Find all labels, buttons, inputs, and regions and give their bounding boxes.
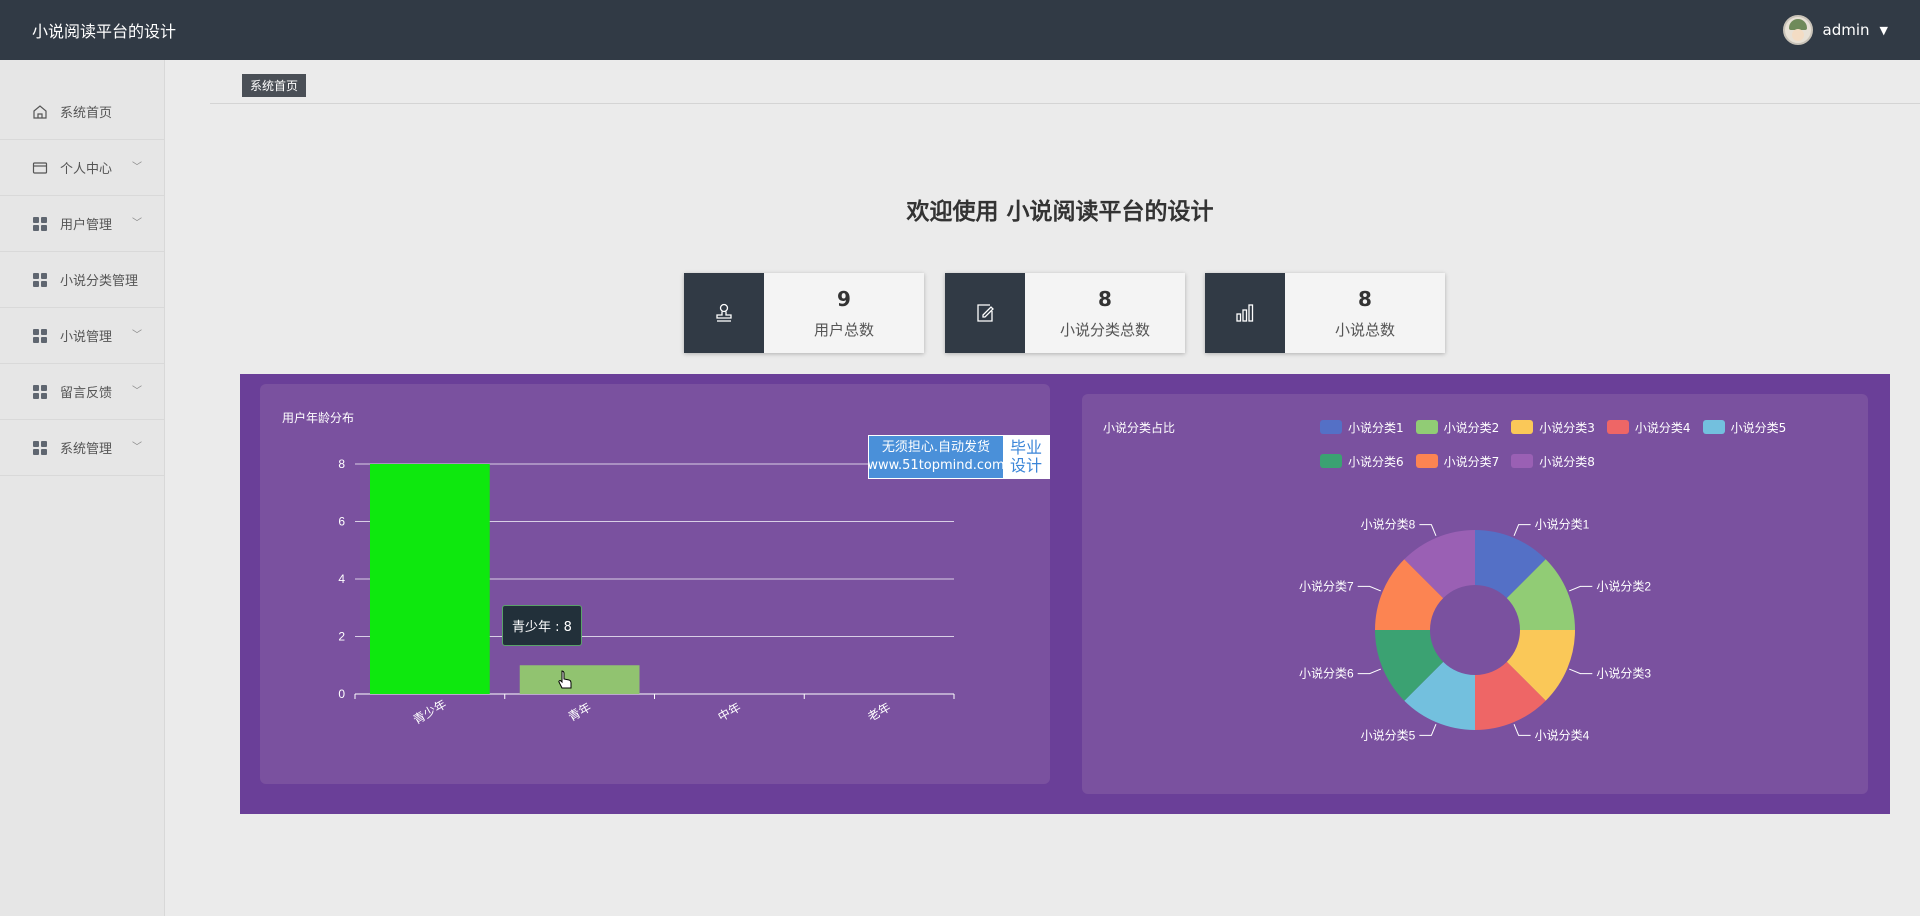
pie-label-line (1569, 585, 1593, 592)
stat-card-categories: 8 小说分类总数 (945, 273, 1185, 353)
grid-icon (32, 272, 48, 288)
chevron-down-icon: ﹀ (132, 162, 142, 173)
stat-card-novels: 8 小说总数 (1205, 273, 1445, 353)
breadcrumb-item[interactable]: 系统首页 (242, 74, 307, 97)
stat-label: 用户总数 (813, 320, 874, 339)
x-tick-label: 青少年 (411, 697, 449, 727)
grid-icon (32, 328, 48, 344)
hand-cursor-icon (558, 670, 572, 689)
grid-icon (32, 384, 48, 400)
pie-label: 小说分类8 (1361, 517, 1416, 532)
ad-tag1: 毕业 (1009, 438, 1042, 457)
ad-line2: www.51topmind.com (867, 458, 1005, 473)
x-tick-label: 老年 (865, 700, 893, 724)
pie-label: 小说分类6 (1299, 666, 1354, 681)
x-tick-label: 中年 (715, 699, 743, 724)
edit-icon (945, 273, 1025, 353)
top-bar: 小说阅读平台的设计 admin ▼ (0, 0, 1920, 60)
username[interactable]: admin (1823, 21, 1870, 39)
chevron-down-icon: ﹀ (132, 386, 142, 397)
ad-line1: 无须担心.自动发货 (881, 440, 991, 455)
user-menu[interactable]: admin ▼ (1782, 15, 1888, 45)
x-tick-label: 青年 (566, 700, 594, 724)
grid-icon (32, 440, 48, 456)
chevron-down-icon: ﹀ (132, 330, 142, 341)
ad-banner[interactable]: 无须担心.自动发货 www.51topmind.com 毕业 设计 (867, 435, 1050, 479)
sidebar-item-label: 系统管理 (60, 442, 113, 457)
bar (370, 464, 490, 694)
stat-value: 8 (1098, 286, 1112, 311)
pie-label: 小说分类4 (1535, 727, 1590, 742)
y-tick-label: 4 (338, 572, 345, 586)
sidebar-item-label: 留言反馈 (60, 386, 113, 401)
sidebar-item-category[interactable]: 小说分类管理 (0, 252, 164, 308)
app-title: 小说阅读平台的设计 (32, 22, 177, 41)
stat-label: 小说分类总数 (1059, 320, 1150, 339)
sidebar-item-profile[interactable]: 个人中心 ﹀ (0, 140, 164, 196)
card-icon (32, 160, 48, 176)
bar (519, 665, 640, 694)
ad-tag2: 设计 (1009, 456, 1042, 475)
chart-tooltip: 青少年 : 8 (502, 605, 582, 646)
sidebar-item-novels[interactable]: 小说管理 ﹀ (0, 308, 164, 364)
sidebar-item-feedback[interactable]: 留言反馈 ﹀ (0, 364, 164, 420)
pie-label-line (1419, 524, 1437, 536)
pie-label-line (1513, 524, 1531, 536)
stat-card-users: 9 用户总数 (684, 273, 924, 353)
sidebar-item-home[interactable]: 系统首页 (0, 84, 164, 140)
bar-chart-icon (1205, 273, 1285, 353)
y-tick-label: 0 (338, 687, 345, 701)
pie-label-line (1419, 724, 1437, 736)
pie-label-line (1569, 668, 1593, 675)
page-title: 欢迎使用 小说阅读平台的设计 (906, 199, 1214, 225)
pie-label-line (1357, 585, 1381, 592)
stamp-icon (684, 273, 764, 353)
pie-label: 小说分类5 (1361, 727, 1416, 742)
avatar[interactable] (1782, 15, 1813, 45)
y-tick-label: 6 (338, 515, 345, 529)
pie-label: 小说分类2 (1596, 578, 1651, 593)
sidebar: 系统首页 个人中心 ﹀ 用户管理 ﹀ 小说分类管理 小说管理 ﹀ 留言反馈 ﹀ … (0, 60, 165, 916)
stat-value: 9 (837, 286, 851, 311)
y-tick-label: 8 (338, 457, 345, 471)
pie-label: 小说分类1 (1535, 517, 1590, 532)
pie-label: 小说分类3 (1596, 666, 1651, 681)
stat-label: 小说总数 (1334, 320, 1395, 339)
home-icon (32, 104, 48, 120)
chevron-down-icon: ﹀ (132, 442, 142, 453)
pie-label: 小说分类7 (1299, 578, 1354, 593)
sidebar-item-label: 系统首页 (60, 106, 113, 121)
pie-label-line (1513, 724, 1531, 736)
caret-down-icon[interactable]: ▼ (1880, 24, 1888, 37)
pie-label-line (1357, 668, 1381, 675)
sidebar-item-label: 个人中心 (60, 162, 113, 177)
breadcrumb: 系统首页 (210, 70, 1920, 104)
sidebar-item-system[interactable]: 系统管理 ﹀ (0, 420, 164, 476)
pie-chart: 小说分类1 小说分类2 小说分类3 小说分类4 小说分类5 小说分类6 小说分类7 小说分类8 (1299, 517, 1651, 743)
sidebar-item-label: 小说分类管理 (60, 274, 139, 289)
sidebar-item-label: 小说管理 (60, 330, 113, 345)
stat-value: 8 (1358, 286, 1372, 311)
y-tick-label: 2 (338, 630, 345, 644)
